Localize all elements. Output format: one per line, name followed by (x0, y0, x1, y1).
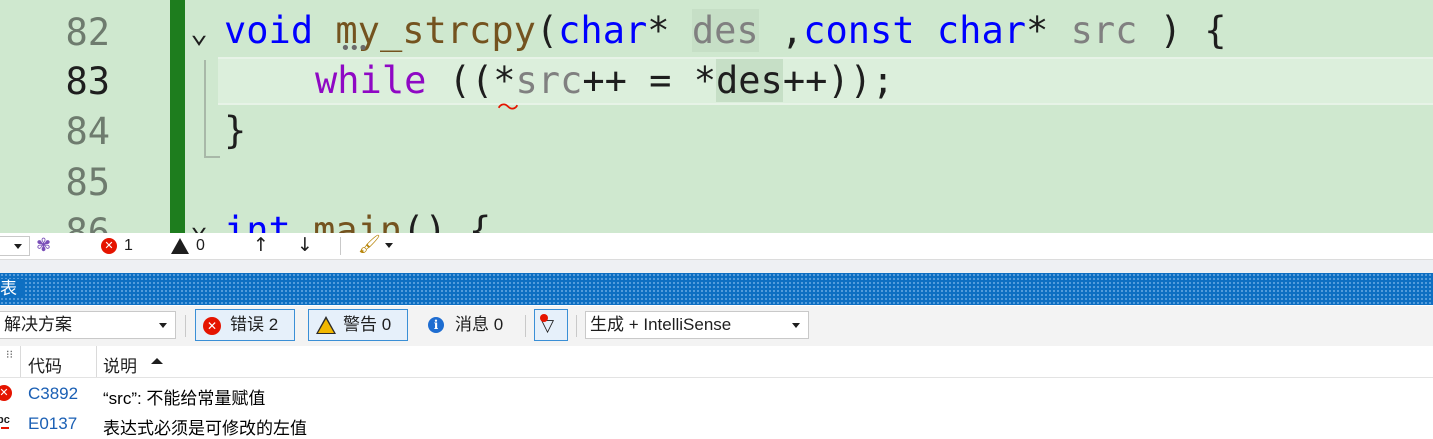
error-list-header: ⁝⁝ 代码 说明 (0, 346, 1433, 378)
punctuation: } (224, 109, 247, 152)
fold-chevron-icon[interactable]: ⌄ (190, 200, 208, 233)
messages-filter-button[interactable]: i 消息 0 (420, 309, 520, 341)
punctuation: , (780, 9, 804, 52)
error-list-toolbar: 解决方案 ✕ 错误 2 警告 0 i 消息 0 ▽ 生成 + IntelliSe… (0, 306, 1433, 346)
separator (576, 315, 577, 337)
parameter: des (691, 9, 759, 52)
error-icon[interactable]: ✕ (101, 238, 117, 254)
line-number-current: 83 (65, 60, 110, 103)
errors-count[interactable]: 1 (124, 237, 133, 255)
scope-value: 解决方案 (4, 315, 72, 334)
error-code-link[interactable]: C3892 (28, 384, 78, 404)
table-row[interactable]: ✕ C3892 “src”: 不能给常量赋值 (0, 378, 1433, 408)
separator (340, 237, 341, 255)
intellisense-icon: bc (0, 414, 10, 426)
table-row[interactable]: bc E0137 表达式必须是可修改的左值 (0, 408, 1433, 438)
error-list-title-bar[interactable]: 表 (0, 273, 1433, 305)
keyword: const (803, 9, 915, 52)
errors-filter-button[interactable]: ✕ 错误 2 (195, 309, 295, 341)
zoom-dropdown[interactable] (0, 236, 30, 256)
code-line-84[interactable]: } (224, 106, 246, 156)
code-line-83[interactable]: while ((*src++ = *des++)); (315, 56, 894, 106)
punctuation: (( (448, 59, 494, 102)
line-number: 84 (65, 110, 110, 153)
separator (185, 315, 186, 337)
keyword: while (315, 59, 427, 102)
line-number: 85 (65, 161, 110, 204)
parameter: src (1070, 9, 1138, 52)
copilot-icon[interactable]: ✾ (36, 235, 51, 256)
errors-button-label: 错误 2 (230, 315, 279, 334)
indent-guide (204, 60, 220, 158)
error-dot-icon (540, 314, 548, 322)
source-value: 生成 + IntelliSense (590, 315, 732, 334)
change-tracking-bar (170, 0, 185, 233)
error-icon: ✕ (203, 317, 221, 335)
code-line-82[interactable]: void my_strcpy(char* des ,const char* sr… (224, 6, 1227, 56)
punctuation: ) { (1159, 9, 1227, 52)
splitter[interactable] (0, 259, 1433, 274)
column-header-description[interactable]: 说明 (103, 352, 137, 377)
chevron-down-icon (159, 323, 167, 328)
error-code-link[interactable]: E0137 (28, 414, 77, 434)
editor-status-strip: ✾ ✕ 1 0 ↑ ↓ 🖌 (0, 233, 1433, 259)
code-editor[interactable]: 82 83 84 85 86 ⌄ ⌄ void my_strcpy(char* … (0, 0, 1433, 233)
punctuation: ( (535, 9, 559, 52)
up-arrow-icon[interactable]: ↑ (253, 234, 269, 256)
messages-button-label: 消息 0 (455, 315, 504, 334)
dropdown-icon (14, 244, 22, 249)
chevron-down-icon (792, 323, 800, 328)
warning-icon (316, 316, 336, 334)
fold-chevron-icon[interactable]: ⌄ (190, 8, 208, 58)
error-description: 表达式必须是可修改的左值 (103, 419, 307, 438)
column-chooser-icon[interactable]: ⁝⁝ (6, 348, 13, 361)
punctuation: ++)); (782, 59, 895, 102)
separator (525, 315, 526, 337)
function-name: main (313, 209, 403, 233)
punctuation: * (1026, 9, 1049, 52)
error-description: “src”: 不能给常量赋值 (103, 389, 266, 408)
down-arrow-icon[interactable]: ↓ (297, 234, 313, 256)
brush-icon[interactable]: 🖌 (358, 234, 381, 255)
line-number: 86 (65, 211, 110, 233)
parameter: src (515, 59, 583, 102)
warnings-filter-button[interactable]: 警告 0 (308, 309, 408, 341)
warnings-button-label: 警告 0 (343, 315, 392, 334)
sort-ascending-icon (151, 358, 163, 364)
column-header-code[interactable]: 代码 (28, 352, 62, 377)
keyword: char (936, 9, 1026, 52)
punctuation: * (647, 9, 670, 52)
keyword: char (558, 9, 648, 52)
chevron-down-icon[interactable] (385, 243, 393, 248)
intellisense-squiggle-icon (1, 427, 9, 429)
column-separator[interactable] (20, 346, 21, 377)
source-dropdown[interactable]: 生成 + IntelliSense (585, 311, 809, 339)
operator: ++ = * (582, 59, 716, 102)
warning-icon-shape (171, 238, 189, 254)
column-separator[interactable] (96, 346, 97, 377)
error-squiggle[interactable]: 〜 (497, 90, 519, 122)
scope-dropdown[interactable]: 解决方案 (0, 311, 176, 339)
panel-title: 表 (0, 279, 23, 298)
punctuation: () { (402, 209, 492, 233)
filter-toggle-button[interactable]: ▽ (534, 309, 568, 341)
keyword: int (224, 209, 291, 233)
warnings-count[interactable]: 0 (196, 237, 205, 255)
warning-icon[interactable] (171, 238, 189, 254)
parameter: des (716, 59, 783, 102)
info-icon: i (428, 317, 444, 333)
line-number: 82 (65, 11, 110, 54)
keyword: void (224, 9, 314, 52)
code-line-86[interactable]: int main() { (224, 206, 491, 233)
error-icon: ✕ (0, 385, 12, 401)
